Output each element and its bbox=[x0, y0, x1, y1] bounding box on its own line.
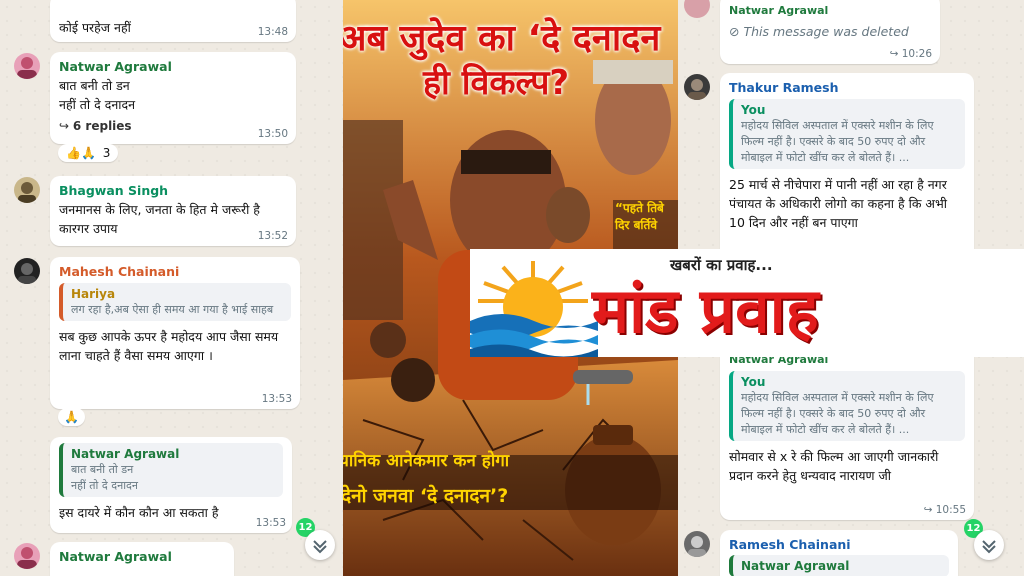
quoted-message[interactable]: You महोदय सिविल अस्पताल में एक्सरे मशीन … bbox=[729, 371, 965, 441]
quote-sender: Natwar Agrawal bbox=[741, 559, 850, 573]
poster-headline: ही विकल्प? bbox=[423, 63, 570, 103]
message-bubble[interactable]: Natwar Agrawal बात बनी तो डन नहीं तो दे … bbox=[50, 437, 292, 533]
sender-name[interactable]: Natwar Agrawal bbox=[59, 58, 287, 76]
message-time: ↪ 10:55 bbox=[923, 504, 966, 516]
message-bubble[interactable]: Bhagwan Singh जनमानस के लिए, जनता के हित… bbox=[50, 176, 296, 246]
reaction-badge[interactable]: 👍🙏 3 bbox=[58, 144, 119, 162]
message-bubble[interactable]: Ramesh Chainani Natwar Agrawal bbox=[720, 530, 958, 576]
avatar[interactable] bbox=[684, 0, 710, 18]
quoted-message[interactable]: Hariya लग रहा है,अब ऐसा ही समय आ गया है … bbox=[59, 283, 291, 321]
sender-name[interactable]: Thakur Ramesh bbox=[729, 79, 965, 97]
quoted-message[interactable]: Natwar Agrawal बात बनी तो डन नहीं तो दे … bbox=[59, 443, 283, 497]
poster-caption: “पहते तिबे दिर बर्तिवे bbox=[615, 201, 664, 232]
quote-sender: Hariya bbox=[71, 287, 116, 301]
scroll-down-button[interactable] bbox=[974, 530, 1004, 560]
avatar[interactable] bbox=[684, 74, 710, 100]
poster-bottom-text: देनो जनवा ‘दे दनादन’? bbox=[343, 485, 509, 507]
quote-sender: You bbox=[741, 103, 766, 117]
chevron-down-icon bbox=[313, 540, 327, 554]
message-text: जनमानस के लिए, जनता के हित मे जरूरी है क… bbox=[59, 202, 260, 236]
message-time: 13:52 bbox=[257, 230, 288, 242]
poster-headline: अब जुदेव का ‘दे दनादन bbox=[343, 18, 661, 59]
avatar[interactable] bbox=[14, 177, 40, 203]
banner-title: मांड प्रवाह bbox=[592, 274, 819, 347]
chevron-down-icon bbox=[982, 540, 996, 554]
message-bubble[interactable]: Natwar Agrawal You महोदय सिविल अस्पताल म… bbox=[720, 345, 974, 520]
reply-arrow-icon: ↪ bbox=[59, 119, 70, 133]
message-bubble[interactable]: Mahesh Chainani Hariya लग रहा है,अब ऐसा … bbox=[50, 257, 300, 409]
message-bubble[interactable]: Natwar Agrawal bbox=[50, 542, 234, 576]
message-bubble[interactable]: कोई परहेज नहीं 13:48 bbox=[50, 0, 296, 42]
avatar[interactable] bbox=[14, 53, 40, 79]
message-time: 13:48 bbox=[257, 26, 288, 38]
deleted-message: ⊘ This message was deleted bbox=[729, 24, 909, 39]
sender-name[interactable]: Ramesh Chainani bbox=[729, 536, 949, 554]
message-bubble[interactable]: Thakur Ramesh You महोदय सिविल अस्पताल मे… bbox=[720, 73, 974, 259]
message-time: 13:53 bbox=[261, 393, 292, 405]
message-text: बात बनी तो डन नहीं तो दे दनादन bbox=[59, 78, 136, 112]
quote-text: लग रहा है,अब ऐसा ही समय आ गया है भाई साह… bbox=[71, 303, 274, 316]
sender-name[interactable]: Bhagwan Singh bbox=[59, 182, 287, 200]
quote-text: बात बनी तो डन नहीं तो दे दनादन bbox=[71, 463, 138, 492]
quote-sender: You bbox=[741, 375, 766, 389]
sender-name[interactable]: Natwar Agrawal bbox=[729, 2, 931, 20]
poster-bottom-text: यानिक आनेकमार कन होगा bbox=[343, 451, 510, 471]
scroll-down-button[interactable] bbox=[305, 530, 335, 560]
message-bubble[interactable]: Natwar Agrawal ⊘ This message was delete… bbox=[720, 0, 940, 64]
quote-text: महोदय सिविल अस्पताल में एक्सरे मशीन के ल… bbox=[741, 391, 934, 436]
forward-icon: ↪ bbox=[923, 504, 936, 516]
quoted-message[interactable]: Natwar Agrawal bbox=[729, 555, 949, 576]
sender-name[interactable]: Mahesh Chainani bbox=[59, 263, 291, 281]
message-text: इस दायरे में कौन कौन आ सकता है bbox=[59, 505, 219, 520]
message-time: 13:50 bbox=[257, 128, 288, 140]
message-text: सोमवार से x रे की फिल्म आ जाएगी जानकारी … bbox=[729, 449, 939, 483]
message-text: कोई परहेज नहीं bbox=[59, 20, 131, 35]
quote-text: महोदय सिविल अस्पताल में एक्सरे मशीन के ल… bbox=[741, 119, 934, 164]
replies-link[interactable]: ↪ 6 replies bbox=[59, 117, 287, 136]
message-text: 25 मार्च से नीचेपारा में पानी नहीं आ रहा… bbox=[729, 177, 947, 230]
reaction-badge[interactable]: 🙏 bbox=[58, 408, 85, 426]
message-time: ↪ 10:26 bbox=[889, 48, 932, 60]
message-text: सब कुछ आपके ऊपर है महोदय आप जैसा समय लान… bbox=[59, 329, 279, 363]
avatar[interactable] bbox=[14, 258, 40, 284]
forward-icon: ↪ bbox=[889, 48, 902, 60]
left-chat-panel: कोई परहेज नहीं 13:48 Natwar Agrawal बात … bbox=[0, 0, 343, 576]
quoted-message[interactable]: You महोदय सिविल अस्पताल में एक्सरे मशीन … bbox=[729, 99, 965, 169]
avatar[interactable] bbox=[14, 543, 40, 569]
message-time: 13:53 bbox=[255, 517, 286, 529]
blocked-icon: ⊘ bbox=[729, 24, 740, 39]
avatar[interactable] bbox=[684, 531, 710, 557]
sender-name[interactable]: Natwar Agrawal bbox=[59, 548, 225, 566]
message-bubble[interactable]: Natwar Agrawal बात बनी तो डन नहीं तो दे … bbox=[50, 52, 296, 144]
sun-wave-logo bbox=[470, 261, 598, 357]
brand-banner: खबरों का प्रवाह... मांड प्रवाह bbox=[470, 249, 1024, 357]
quote-sender: Natwar Agrawal bbox=[71, 447, 180, 461]
